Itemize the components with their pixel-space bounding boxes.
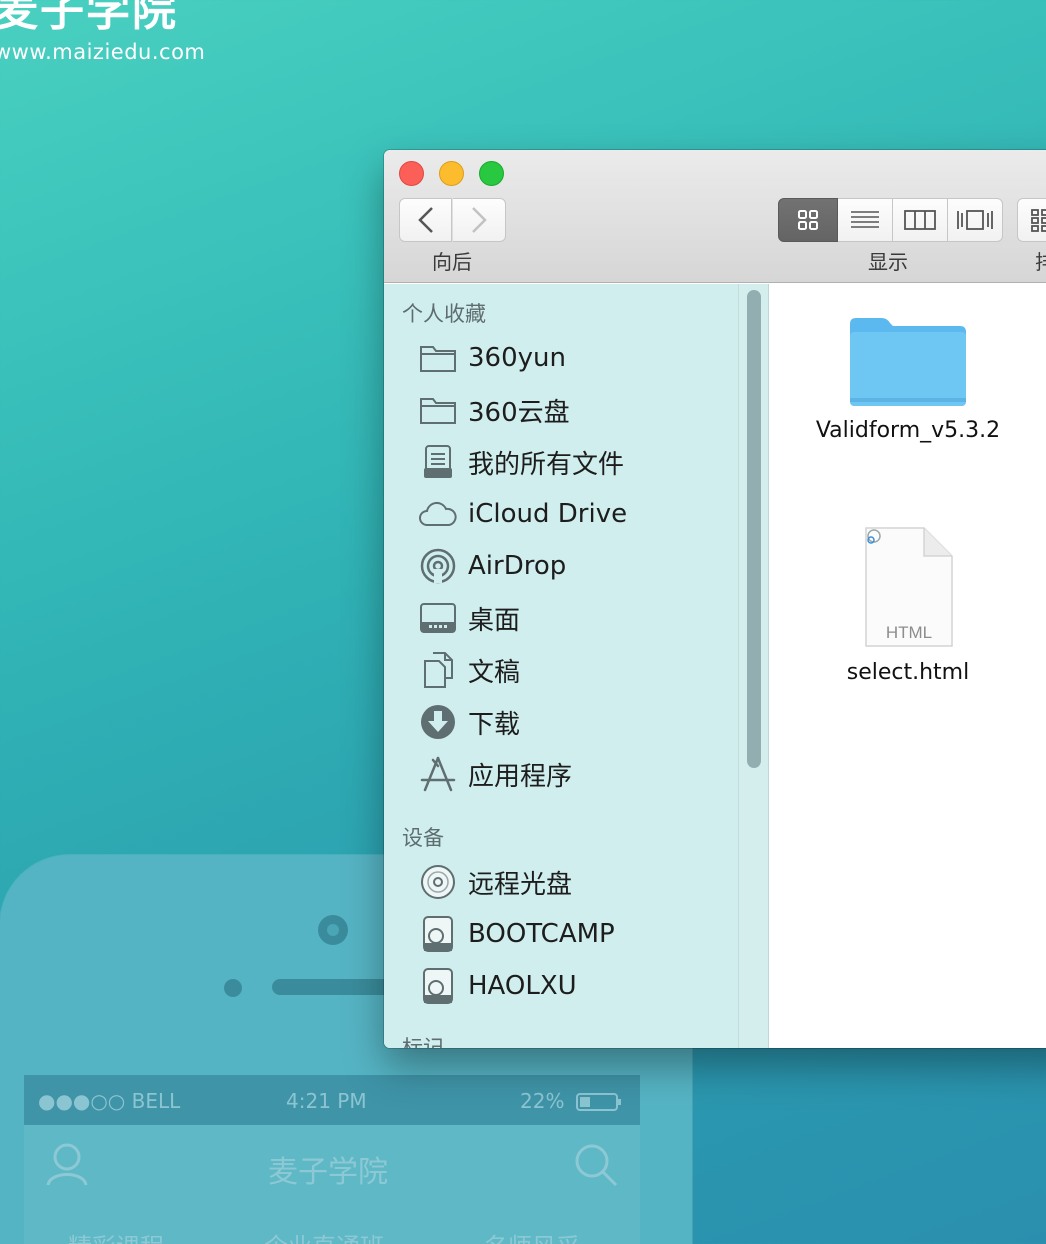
sidebar-item-label: iCloud Drive <box>468 499 628 529</box>
sidebar-item-label: AirDrop <box>468 551 567 581</box>
download-icon <box>418 702 458 742</box>
sidebar-item-label: HAOLXU <box>468 971 577 1001</box>
sidebar-scrollbar[interactable] <box>738 284 768 1048</box>
sidebar: 个人收藏 360yun 360云盘 我的所有文件 iCloud Drive Ai… <box>384 284 769 1048</box>
close-button[interactable] <box>399 161 424 186</box>
html-file-icon: HTML <box>865 527 953 647</box>
applications-icon <box>418 754 458 794</box>
zoom-button[interactable] <box>479 161 504 186</box>
documents-icon <box>418 650 458 690</box>
sidebar-item-icloud-drive[interactable]: iCloud Drive <box>418 492 738 536</box>
minimize-button[interactable] <box>439 161 464 186</box>
phone-speaker <box>272 979 402 995</box>
file-browser: Validform_v5.3.2 HTML select.html <box>770 284 1046 1048</box>
file-name: Validform_v5.3.2 <box>815 418 1001 443</box>
sidebar-item-label: 桌面 <box>468 605 521 636</box>
file-item-html[interactable]: HTML select.html <box>788 526 1028 685</box>
back-forward-group <box>399 198 506 242</box>
sidebar-item-label: 远程光盘 <box>468 869 573 900</box>
site-logo: 麦子学院 www.maiziedu.com <box>0 0 205 64</box>
sidebar-item-label: BOOTCAMP <box>468 919 615 949</box>
cloud-icon <box>418 494 458 534</box>
sidebar-item-haolxu[interactable]: HAOLXU <box>418 964 758 1008</box>
airdrop-icon <box>418 546 458 586</box>
folder-icon <box>850 318 966 406</box>
sidebar-item-360yun[interactable]: 360yun <box>418 336 738 380</box>
sidebar-item-applications[interactable]: 应用程序 <box>418 752 738 796</box>
phone-time: 4:21 PM <box>286 1089 367 1113</box>
sidebar-item-label: 我的所有文件 <box>468 449 625 480</box>
phone-tab: 名师风采 <box>484 1227 580 1244</box>
sidebar-item-airdrop[interactable]: AirDrop <box>418 544 738 588</box>
sidebar-item-all-files[interactable]: 我的所有文件 <box>418 440 738 484</box>
file-type-badge: HTML <box>886 623 932 642</box>
column-view-button[interactable] <box>893 198 948 242</box>
sidebar-item-label: 文稿 <box>468 657 521 688</box>
arrange-label: 排 <box>1035 250 1046 274</box>
sidebar-item-360-cloud[interactable]: 360云盘 <box>418 388 738 432</box>
sidebar-item-label: 应用程序 <box>468 761 573 792</box>
view-mode-group <box>778 198 1003 242</box>
column-view-icon <box>904 210 936 230</box>
chevron-right-icon <box>472 207 487 233</box>
phone-status-bar: ●●●○○ BELL 4:21 PM 22% <box>24 1075 640 1125</box>
tags-header: 标记 <box>402 1036 444 1048</box>
sidebar-item-label: 360云盘 <box>468 397 570 428</box>
icon-view-icon <box>798 210 818 230</box>
forward-button[interactable] <box>453 198 506 242</box>
back-forward-label: 向后 <box>432 250 472 274</box>
phone-tab: 企业直通班 <box>264 1227 384 1244</box>
coverflow-view-icon <box>957 210 993 230</box>
phone-app-title: 麦子学院 <box>268 1155 388 1190</box>
sidebar-item-bootcamp[interactable]: BOOTCAMP <box>418 912 738 956</box>
chevron-left-icon <box>417 207 433 233</box>
file-name: select.html <box>846 660 970 685</box>
phone-camera <box>318 915 348 945</box>
site-logo-text: 麦子学院 <box>0 0 178 36</box>
phone-screen: ●●●○○ BELL 4:21 PM 22% 麦子学院 精彩课程 企业直通班 名… <box>24 1075 640 1244</box>
devices-header: 设备 <box>402 826 444 850</box>
finder-window: 向后 显示 排 个人收藏 360yun 360云盘 我的所有文件 iCloud … <box>384 150 1046 1048</box>
phone-carrier: ●●●○○ BELL <box>38 1089 181 1113</box>
user-icon <box>46 1143 88 1186</box>
hard-drive-icon <box>418 914 458 954</box>
sidebar-item-documents[interactable]: 文稿 <box>418 648 738 692</box>
phone-tab: 精彩课程 <box>68 1227 164 1244</box>
sidebar-item-label: 下载 <box>468 709 521 740</box>
site-logo-url: www.maiziedu.com <box>0 40 206 64</box>
sidebar-scroll-thumb[interactable] <box>747 290 761 768</box>
coverflow-view-button[interactable] <box>948 198 1003 242</box>
desktop-icon <box>418 598 458 638</box>
sidebar-item-desktop[interactable]: 桌面 <box>418 596 738 640</box>
icon-view-button[interactable] <box>778 198 838 242</box>
favorites-header: 个人收藏 <box>402 302 486 326</box>
hard-drive-icon <box>418 966 458 1006</box>
arrange-button[interactable] <box>1017 198 1046 242</box>
file-item-folder[interactable]: Validform_v5.3.2 <box>788 310 1028 443</box>
folder-icon <box>418 390 458 430</box>
view-label: 显示 <box>868 250 908 274</box>
battery-icon <box>576 1093 621 1111</box>
folder-icon <box>418 338 458 378</box>
search-icon <box>575 1144 618 1187</box>
all-files-icon <box>418 442 458 482</box>
list-view-button[interactable] <box>838 198 893 242</box>
sidebar-item-label: 360yun <box>468 343 566 373</box>
sidebar-item-remote-disc[interactable]: 远程光盘 <box>418 860 738 904</box>
phone-sensor <box>224 979 242 997</box>
list-view-icon <box>851 211 879 228</box>
arrange-icon <box>1031 209 1046 232</box>
sidebar-item-downloads[interactable]: 下载 <box>418 700 738 744</box>
back-button[interactable] <box>399 198 452 242</box>
disc-icon <box>418 862 458 902</box>
toolbar: 向后 显示 排 <box>384 150 1046 283</box>
phone-battery-text: 22% <box>520 1089 565 1113</box>
